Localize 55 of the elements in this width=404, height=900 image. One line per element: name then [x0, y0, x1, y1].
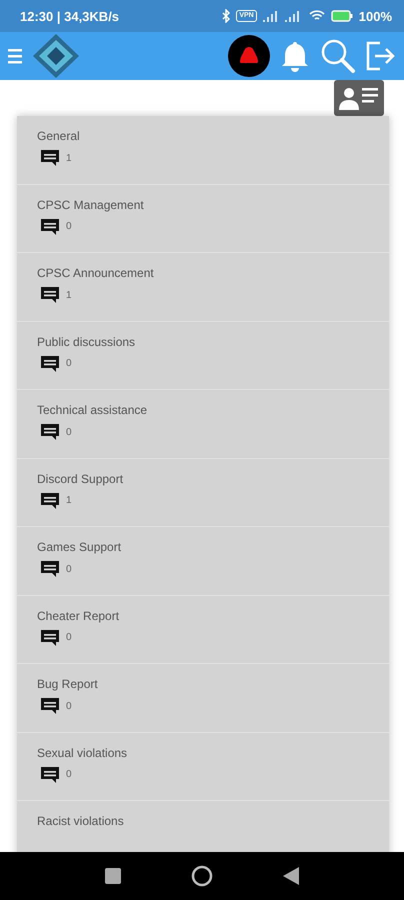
forum-title: Discord Support [37, 472, 124, 486]
forum-title: Technical assistance [37, 403, 148, 417]
comment-icon [40, 560, 60, 578]
forum-row[interactable]: General 1 [17, 116, 389, 184]
search-icon[interactable] [320, 38, 356, 74]
forum-row[interactable]: Public discussions 0 [17, 322, 389, 390]
bluetooth-icon [222, 9, 230, 23]
forum-row[interactable]: Bug Report 0 [17, 664, 389, 732]
comment-count: 1 [66, 495, 72, 506]
comment-count: 0 [66, 700, 72, 712]
logout-icon[interactable] [366, 41, 396, 71]
bell-icon[interactable] [280, 40, 310, 72]
contact-card-icon[interactable] [334, 80, 384, 116]
comment-icon [40, 697, 60, 715]
menu-icon[interactable] [8, 48, 22, 64]
comment-count: 0 [66, 358, 72, 369]
forum-title: CPSC Management [37, 198, 145, 212]
status-text: 12:30 | 34,3KB/s [20, 8, 120, 24]
comment-icon [40, 354, 60, 372]
comment-count: 0 [66, 632, 72, 643]
forum-row[interactable]: Technical assistance 0 [17, 390, 389, 458]
comment-icon [40, 628, 60, 646]
comment-count: 0 [66, 564, 72, 574]
forum-title: Sexual violations [37, 746, 128, 760]
forum-row[interactable]: Sexual violations 0 [17, 732, 389, 801]
forum-title: Cheater Report [37, 608, 120, 622]
comment-icon [40, 218, 60, 236]
battery-icon [330, 10, 353, 22]
comment-count: 1 [66, 290, 72, 300]
home-icon[interactable] [191, 865, 213, 887]
forum-title: General [37, 129, 81, 143]
back-icon[interactable] [283, 867, 299, 885]
forum-row[interactable]: Discord Support 1 [17, 458, 389, 527]
comment-icon [40, 492, 60, 510]
forum-title: Racist violations [37, 814, 125, 828]
forum-title: CPSC Announcement [37, 266, 155, 280]
forum-row[interactable]: Games Support 0 [17, 527, 389, 596]
comment-count: 0 [66, 769, 72, 780]
forum-title: Bug Report [37, 677, 99, 691]
forum-title: Games Support [37, 540, 122, 554]
comment-count: 0 [66, 426, 72, 438]
forum-row[interactable]: CPSC Management 0 [17, 184, 389, 253]
comment-icon [40, 149, 60, 167]
comment-icon [40, 423, 60, 441]
avatar-icon[interactable] [228, 35, 270, 77]
wifi-icon [308, 10, 325, 22]
logo-icon[interactable] [32, 33, 80, 79]
comment-icon [40, 286, 60, 304]
comment-icon [40, 766, 60, 784]
comment-count: 1 [66, 152, 72, 164]
forum-title: Public discussions [37, 334, 136, 348]
forum-row[interactable]: CPSC Announcement 1 [17, 253, 389, 322]
battery-level: 100% [358, 8, 392, 24]
comment-count: 0 [66, 221, 72, 232]
forum-row[interactable]: Cheater Report 0 [17, 596, 389, 664]
